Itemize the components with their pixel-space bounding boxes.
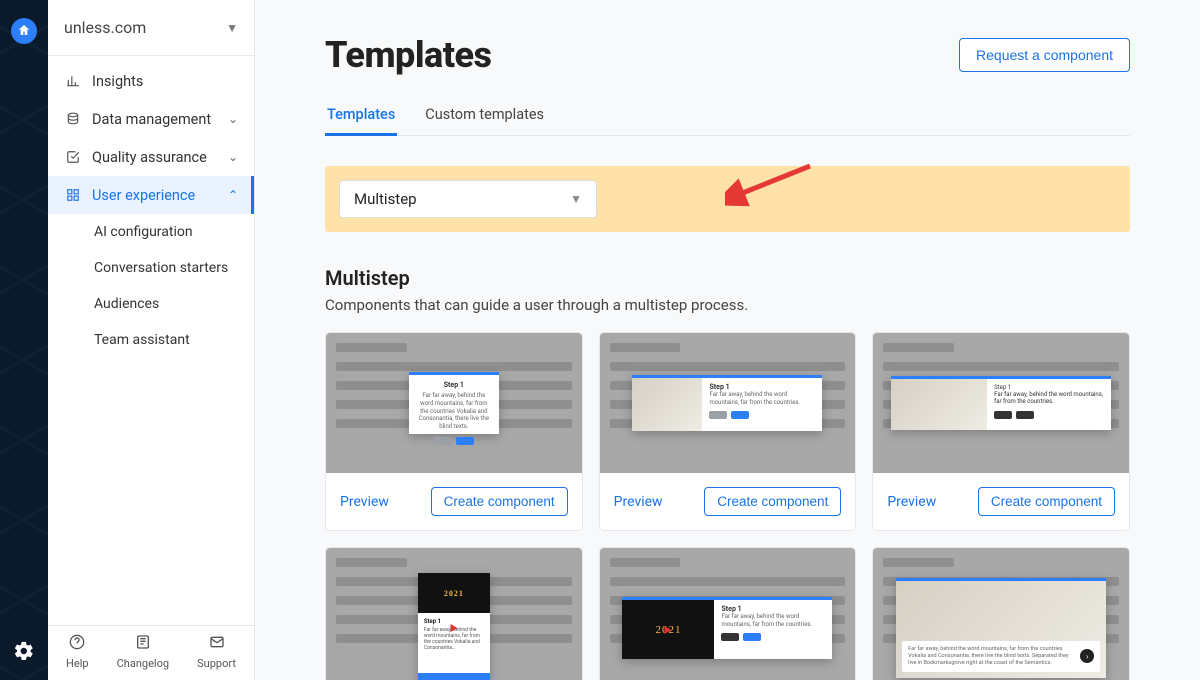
footer-help[interactable]: Help — [66, 634, 89, 670]
sidebar-sub-label: Audiences — [94, 296, 159, 312]
footer-label: Changelog — [117, 657, 169, 670]
chevron-down-icon: ⌄ — [228, 150, 238, 164]
changelog-icon — [135, 634, 151, 654]
footer-support[interactable]: Support — [197, 634, 236, 670]
chevron-up-icon: ⌃ — [228, 188, 238, 202]
template-grid: Step 1 Far far away, behind the word mou… — [325, 332, 1130, 680]
tabs: Templates Custom templates — [325, 96, 1130, 136]
page-title: Templates — [325, 34, 492, 76]
sidebar-sub-audiences[interactable]: Audiences — [48, 286, 254, 322]
sidebar-item-label: Quality assurance — [92, 149, 207, 166]
sidebar: unless.com ▼ Insights Data management ⌄ … — [48, 0, 255, 680]
app-rail — [0, 0, 48, 680]
create-component-button[interactable]: Create component — [431, 487, 568, 516]
insights-icon — [64, 74, 82, 88]
dropdown-value: Multistep — [354, 190, 417, 208]
section-header: Multistep Components that can guide a us… — [325, 266, 1130, 314]
sidebar-sub-conversation-starters[interactable]: Conversation starters — [48, 250, 254, 286]
template-thumbnail: Step 1 Far far away, behind the word mou… — [326, 333, 582, 473]
create-component-button[interactable]: Create component — [704, 487, 841, 516]
preview-link[interactable]: Preview — [614, 494, 663, 510]
modal-preview: Step 1 Far far away, behind the word mou… — [891, 376, 1111, 430]
template-card: Step 1 Far far away, behind the word mou… — [872, 332, 1130, 531]
template-thumbnail: Step 1 Far far away, behind the word mou… — [600, 333, 856, 473]
annotation-arrow-icon — [725, 164, 815, 214]
help-icon — [69, 634, 85, 654]
ux-icon — [64, 188, 82, 202]
section-description: Components that can guide a user through… — [325, 296, 1130, 314]
sidebar-item-quality-assurance[interactable]: Quality assurance ⌄ — [48, 138, 254, 176]
sidebar-sub-label: AI configuration — [94, 224, 193, 240]
template-thumbnail: Step 1 Far far away, behind the word mou… — [873, 333, 1129, 473]
sidebar-item-data-management[interactable]: Data management ⌄ — [48, 100, 254, 138]
footer-label: Support — [197, 657, 236, 670]
qa-icon — [64, 150, 82, 164]
filter-bar: Multistep ▼ — [325, 166, 1130, 232]
template-thumbnail: 2021 Step 1 Far far away, behind the wor… — [600, 548, 856, 680]
section-heading: Multistep — [325, 266, 1130, 290]
sidebar-item-user-experience[interactable]: User experience ⌃ — [48, 176, 254, 214]
modal-preview: Step 1 Far far away, behind the word mou… — [632, 375, 822, 431]
sidebar-item-insights[interactable]: Insights — [48, 62, 254, 100]
create-component-button[interactable]: Create component — [978, 487, 1115, 516]
template-card: 2021 Step 1 Far far away, behind the wor… — [325, 547, 583, 680]
sidebar-sub-team-assistant[interactable]: Team assistant — [48, 322, 254, 358]
data-icon — [64, 112, 82, 126]
sidebar-nav: Insights Data management ⌄ Quality assur… — [48, 56, 254, 625]
sidebar-sub-label: Conversation starters — [94, 260, 228, 276]
tab-templates[interactable]: Templates — [325, 96, 397, 136]
template-card: 2021 Step 1 Far far away, behind the wor… — [599, 547, 857, 680]
modal-preview: 2021 Step 1 Far far away, behind the wor… — [418, 573, 490, 680]
template-card: Step 1 Far far away, behind the word mou… — [325, 332, 583, 531]
next-icon: › — [1080, 649, 1094, 663]
chevron-down-icon: ⌄ — [228, 112, 238, 126]
chevron-down-icon: ▼ — [226, 21, 238, 35]
preview-link[interactable]: Preview — [887, 494, 936, 510]
sidebar-sub-ai-configuration[interactable]: AI configuration — [48, 214, 254, 250]
template-card: Step 1 Far far away, behind the word mou… — [599, 332, 857, 531]
main-content: Templates Request a component Templates … — [255, 0, 1200, 680]
sidebar-item-label: Data management — [92, 111, 211, 128]
modal-preview: Step 1 Far far away, behind the word mou… — [409, 372, 499, 434]
preview-link[interactable]: Preview — [340, 494, 389, 510]
settings-icon[interactable] — [13, 640, 35, 662]
app-logo[interactable] — [11, 18, 37, 44]
workspace-switcher[interactable]: unless.com ▼ — [48, 0, 254, 56]
sidebar-item-label: Insights — [92, 73, 143, 90]
modal-preview: 2021 Step 1 Far far away, behind the wor… — [622, 597, 832, 659]
footer-label: Help — [66, 657, 89, 670]
request-component-button[interactable]: Request a component — [959, 38, 1130, 72]
sidebar-sub-label: Team assistant — [94, 332, 190, 348]
support-icon — [209, 634, 225, 654]
sidebar-footer: Help Changelog Support — [48, 625, 254, 680]
tab-custom-templates[interactable]: Custom templates — [423, 96, 546, 136]
template-thumbnail: 2021 Step 1 Far far away, behind the wor… — [326, 548, 582, 680]
chevron-down-icon: ▼ — [570, 192, 582, 206]
footer-changelog[interactable]: Changelog — [117, 634, 169, 670]
sidebar-item-label: User experience — [92, 187, 195, 204]
template-card: Far far away, behind the word mountains,… — [872, 547, 1130, 680]
modal-preview: Far far away, behind the word mountains,… — [896, 578, 1106, 678]
category-dropdown[interactable]: Multistep ▼ — [339, 180, 597, 218]
template-thumbnail: Far far away, behind the word mountains,… — [873, 548, 1129, 680]
workspace-name: unless.com — [64, 18, 146, 37]
